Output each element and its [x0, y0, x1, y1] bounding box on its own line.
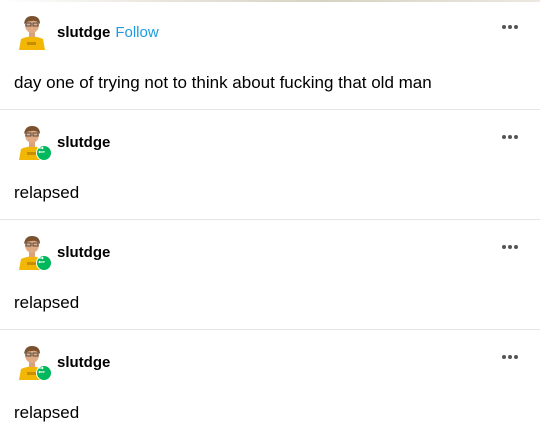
reblog-username[interactable]: slutdge: [57, 244, 110, 261]
avatar[interactable]: [14, 14, 50, 50]
reblog-header: slutdge: [14, 344, 110, 381]
avatar[interactable]: [14, 344, 52, 381]
reblog-header: slutdge: [14, 234, 110, 271]
more-options-icon[interactable]: [502, 135, 518, 139]
post-header: slutdge Follow: [14, 14, 159, 50]
reblog-header: slutdge: [14, 124, 110, 161]
avatar[interactable]: [14, 124, 52, 161]
avatar[interactable]: [14, 234, 52, 271]
more-options-icon[interactable]: [502, 355, 518, 359]
post-username[interactable]: slutdge: [57, 24, 110, 41]
more-options-icon[interactable]: [502, 25, 518, 29]
reblog-entry: slutdge relapsed: [0, 220, 540, 330]
reblog-text: relapsed: [14, 183, 80, 202]
follow-button[interactable]: Follow: [115, 24, 158, 41]
avatar-image: [14, 14, 50, 50]
reblog-text: relapsed: [14, 403, 80, 422]
reblog-icon: [36, 145, 52, 161]
reblog-text: relapsed: [14, 293, 80, 312]
reblog-entry: slutdge relapsed: [0, 110, 540, 220]
reblog-icon: [36, 255, 52, 271]
post-text: day one of trying not to think about fuc…: [14, 73, 432, 92]
more-options-icon[interactable]: [502, 245, 518, 249]
reblog-username[interactable]: slutdge: [57, 354, 110, 371]
reblog-username[interactable]: slutdge: [57, 134, 110, 151]
reblog-entry: slutdge relapsed: [0, 330, 540, 438]
reblog-icon: [36, 365, 52, 381]
original-post: slutdge Follow day one of trying not to …: [0, 0, 540, 110]
